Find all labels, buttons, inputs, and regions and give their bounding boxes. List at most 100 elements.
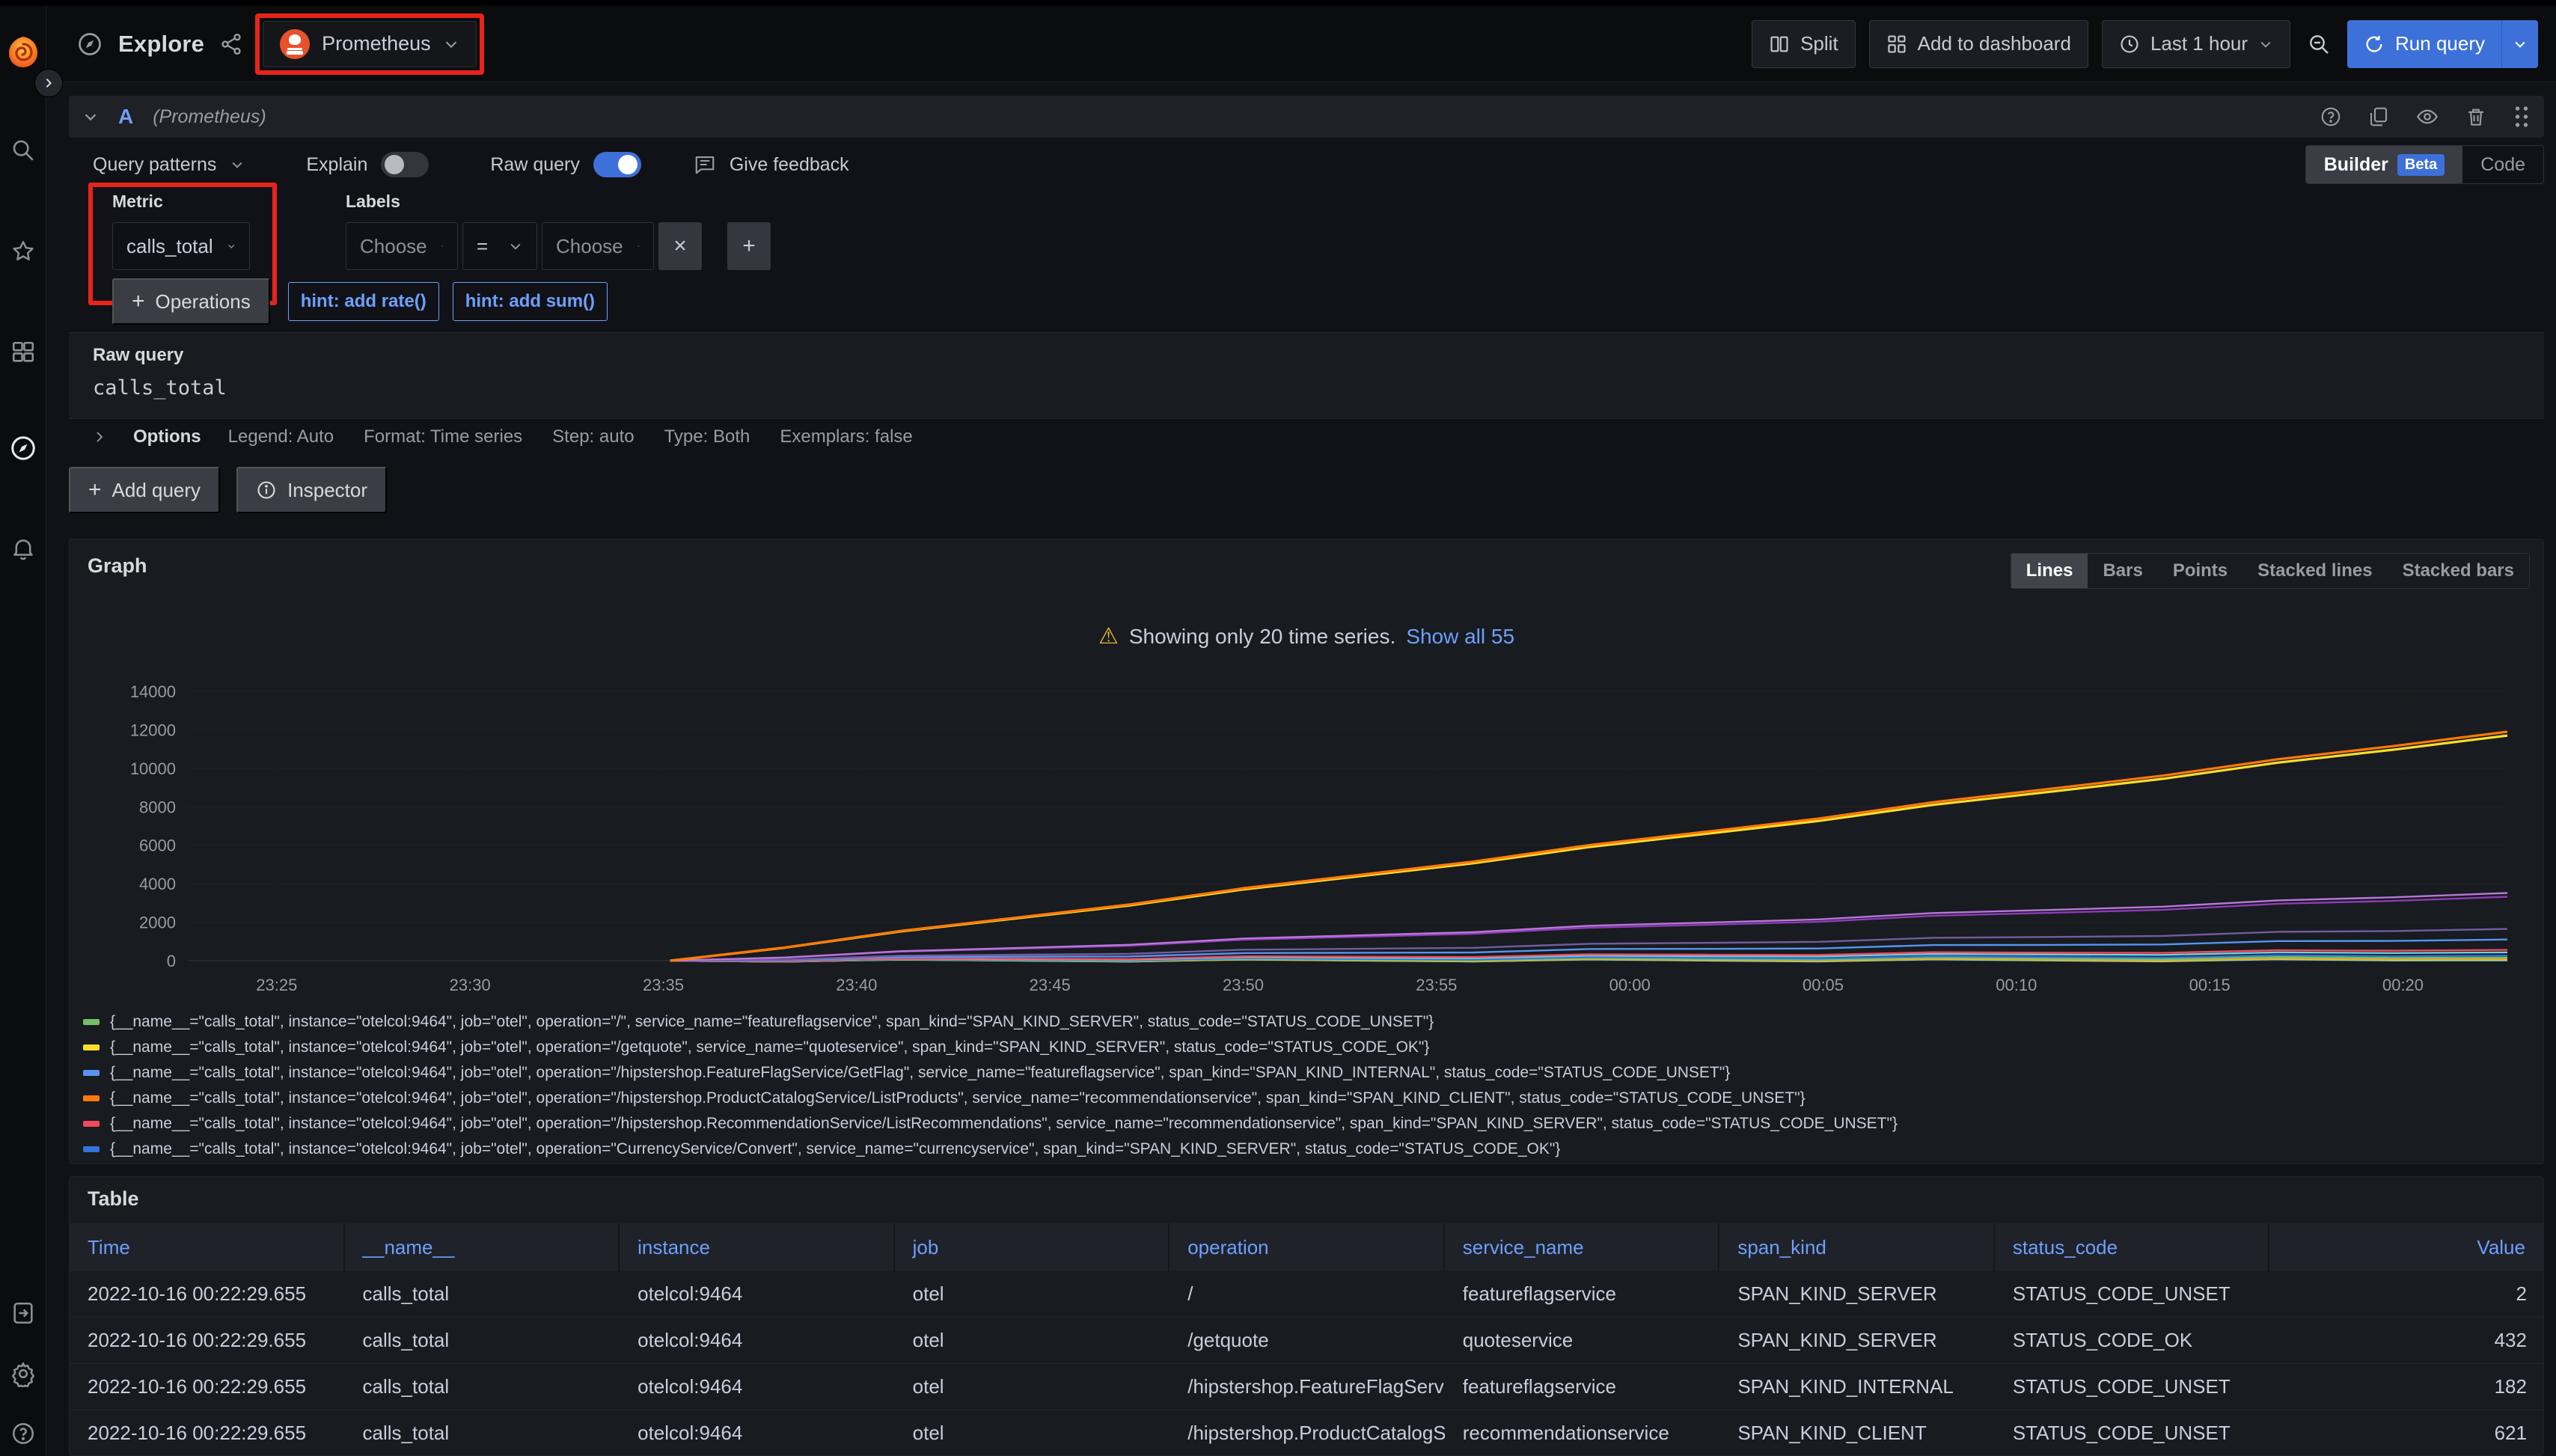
graph-mode-stacked-lines[interactable]: Stacked lines — [2242, 554, 2387, 588]
add-to-dashboard-button[interactable]: Add to dashboard — [1869, 20, 2088, 68]
zoom-out-icon[interactable] — [2307, 32, 2331, 56]
info-circle-icon — [256, 480, 277, 501]
warning-text: Showing only 20 time series. — [1129, 625, 1395, 649]
explore-compass-icon[interactable] — [0, 422, 46, 474]
legend-item-1[interactable]: {__name__="calls_total", instance="otelc… — [83, 1035, 2530, 1060]
table-column-header-Time[interactable]: Time — [70, 1223, 345, 1271]
table-row-2[interactable]: 2022-10-16 00:22:29.655calls_totalotelco… — [70, 1364, 2544, 1410]
graph-mode-stacked-bars[interactable]: Stacked bars — [2388, 554, 2529, 588]
split-button[interactable]: Split — [1752, 20, 1856, 68]
add-label-filter-button[interactable]: + — [727, 222, 771, 270]
metric-select[interactable]: calls_total — [112, 222, 250, 270]
collapse-chevron-icon[interactable] — [82, 108, 99, 125]
svg-text:23:40: 23:40 — [836, 976, 877, 994]
table-cell: /getquote — [1170, 1318, 1445, 1363]
table-cell: SPAN_KIND_CLIENT — [1719, 1410, 1995, 1456]
time-range-picker[interactable]: Last 1 hour — [2102, 20, 2290, 68]
table-row-1[interactable]: 2022-10-16 00:22:29.655calls_totalotelco… — [70, 1318, 2544, 1364]
legend-color-marker — [83, 1019, 100, 1025]
table-column-header-job[interactable]: job — [895, 1223, 1170, 1271]
table-row-0[interactable]: 2022-10-16 00:22:29.655calls_totalotelco… — [70, 1271, 2544, 1318]
remove-label-filter-button[interactable]: × — [658, 222, 702, 270]
topnav: Explore Prometheus Split Add to dashboar… — [46, 6, 2556, 82]
star-icon[interactable] — [0, 225, 46, 278]
builder-tab[interactable]: Builder Beta — [2306, 146, 2462, 183]
datasource-annotation-box: Prometheus — [255, 13, 484, 75]
table-cell: calls_total — [345, 1410, 620, 1456]
table-cell: SPAN_KIND_SERVER — [1719, 1318, 1995, 1363]
table-cell: STATUS_CODE_OK — [1995, 1318, 2270, 1363]
legend-item-2[interactable]: {__name__="calls_total", instance="otelc… — [83, 1060, 2530, 1086]
table-cell: / — [1170, 1271, 1445, 1317]
query-options-row[interactable]: Options Legend: AutoFormat: Time seriesS… — [69, 419, 2544, 455]
table-column-header-status_code[interactable]: status_code — [1995, 1223, 2270, 1271]
explore-compass-title-icon — [76, 31, 103, 58]
table-cell: otel — [895, 1318, 1170, 1363]
table-cell: featureflagservice — [1445, 1364, 1720, 1410]
help-icon[interactable] — [0, 1407, 46, 1456]
gear-icon[interactable] — [0, 1348, 46, 1400]
beta-badge: Beta — [2397, 154, 2445, 176]
label-name-select[interactable]: Choose — [346, 222, 458, 270]
table-row-3[interactable]: 2022-10-16 00:22:29.655calls_totalotelco… — [70, 1410, 2544, 1456]
query-help-icon[interactable] — [2320, 105, 2342, 128]
table-column-header-__name__[interactable]: __name__ — [345, 1223, 620, 1271]
svg-text:23:30: 23:30 — [450, 976, 491, 994]
label-operator-select[interactable]: = — [462, 222, 537, 270]
table-cell: 621 — [2269, 1410, 2544, 1456]
label-value-select[interactable]: Choose — [542, 222, 654, 270]
add-query-button[interactable]: + Add query — [69, 467, 220, 513]
options-title[interactable]: Options — [133, 426, 201, 447]
table-cell: otel — [895, 1364, 1170, 1410]
table-column-header-Value[interactable]: Value — [2269, 1223, 2544, 1271]
search-icon[interactable] — [0, 124, 46, 177]
legend-item-5[interactable]: {__name__="calls_total", instance="otelc… — [83, 1137, 2530, 1162]
explain-label: Explain — [306, 154, 367, 176]
explain-toggle[interactable] — [381, 152, 429, 177]
table-panel: Table Time__name__instancejoboperationse… — [69, 1176, 2544, 1456]
table-column-header-instance[interactable]: instance — [620, 1223, 895, 1271]
time-series-chart[interactable]: 0200040006000800010000120001400023:2523:… — [83, 658, 2531, 1003]
bell-icon[interactable] — [0, 522, 46, 575]
sign-in-icon[interactable] — [0, 1287, 46, 1339]
datasource-picker[interactable]: Prometheus — [263, 21, 477, 67]
drag-handle[interactable] — [2513, 105, 2531, 128]
query-hint-button-1[interactable]: hint: add sum() — [453, 282, 608, 321]
table-cell: STATUS_CODE_UNSET — [1995, 1271, 2270, 1317]
copy-query-icon[interactable] — [2367, 105, 2390, 128]
show-all-series-link[interactable]: Show all 55 — [1406, 625, 1514, 649]
run-query-dropdown[interactable] — [2501, 20, 2538, 68]
table-column-header-operation[interactable]: operation — [1170, 1223, 1445, 1271]
graph-mode-bars[interactable]: Bars — [2088, 554, 2157, 588]
table-column-header-span_kind[interactable]: span_kind — [1719, 1223, 1995, 1271]
chevron-down-icon — [637, 239, 640, 254]
graph-mode-lines[interactable]: Lines — [2011, 554, 2088, 588]
option-summary-item: Type: Both — [664, 426, 750, 447]
table-cell: /hipstershop.FeatureFlagServi... — [1170, 1364, 1445, 1410]
add-operation-button[interactable]: + Operations — [112, 278, 270, 325]
legend-series-label: {__name__="calls_total", instance="otelc… — [110, 1140, 1560, 1158]
table-column-header-service_name[interactable]: service_name — [1445, 1223, 1720, 1271]
feedback-comment-icon — [694, 153, 716, 176]
legend-item-4[interactable]: {__name__="calls_total", instance="otelc… — [83, 1111, 2530, 1137]
legend-item-6[interactable] — [83, 1162, 2530, 1164]
graph-mode-points[interactable]: Points — [2158, 554, 2242, 588]
dashboards-icon[interactable] — [0, 326, 46, 379]
legend-item-3[interactable]: {__name__="calls_total", instance="otelc… — [83, 1086, 2530, 1111]
option-summary-item: Exemplars: false — [780, 426, 912, 447]
give-feedback-link[interactable]: Give feedback — [730, 154, 849, 176]
legend-item-0[interactable]: {__name__="calls_total", instance="otelc… — [83, 1009, 2530, 1035]
sidebar-expand-button[interactable] — [34, 69, 63, 97]
run-query-button[interactable]: Run query — [2347, 20, 2538, 68]
query-patterns-dropdown[interactable]: Query patterns — [93, 154, 216, 176]
inspector-button[interactable]: Inspector — [236, 467, 387, 513]
hide-query-eye-icon[interactable] — [2415, 105, 2439, 129]
delete-query-trash-icon[interactable] — [2465, 105, 2487, 128]
query-hint-button-0[interactable]: hint: add rate() — [288, 282, 439, 321]
table-cell: 182 — [2269, 1364, 2544, 1410]
graph-panel-title: Graph — [88, 554, 147, 578]
raw-query-toggle[interactable] — [593, 152, 641, 177]
query-row-header[interactable]: A (Prometheus) — [69, 96, 2544, 138]
share-icon[interactable] — [219, 32, 243, 56]
code-tab[interactable]: Code — [2462, 146, 2543, 183]
